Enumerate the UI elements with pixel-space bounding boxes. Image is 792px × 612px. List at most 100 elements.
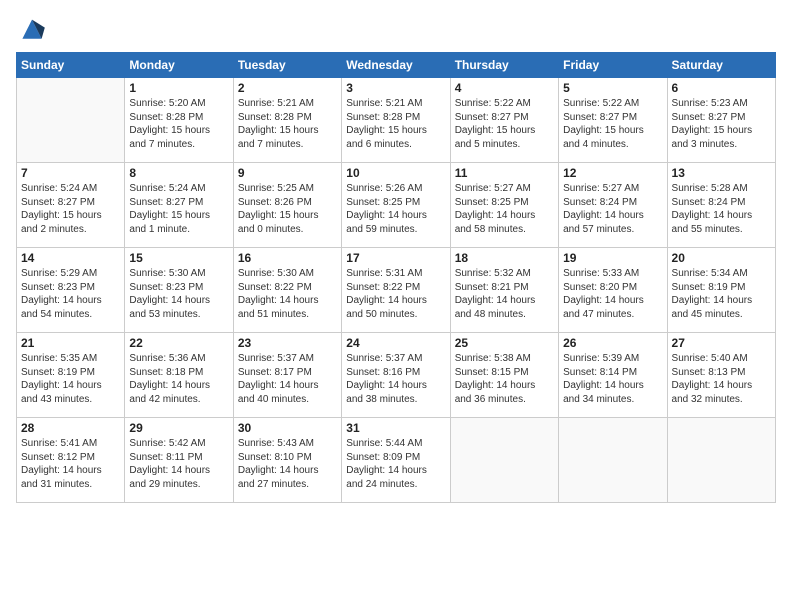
day-sun-info: Sunrise: 5:40 AMSunset: 8:13 PMDaylight:…: [672, 352, 771, 406]
calendar-week-row: 14 Sunrise: 5:29 AMSunset: 8:23 PMDayligh…: [17, 248, 776, 333]
day-sun-info: Sunrise: 5:37 AMSunset: 8:17 PMDaylight:…: [238, 352, 337, 406]
day-sun-info: Sunrise: 5:22 AMSunset: 8:27 PMDaylight:…: [455, 97, 554, 151]
calendar-cell: 25 Sunrise: 5:38 AMSunset: 8:15 PMDayligh…: [450, 333, 558, 418]
day-sun-info: Sunrise: 5:28 AMSunset: 8:24 PMDaylight:…: [672, 182, 771, 236]
day-sun-info: Sunrise: 5:29 AMSunset: 8:23 PMDaylight:…: [21, 267, 120, 321]
day-sun-info: Sunrise: 5:31 AMSunset: 8:22 PMDaylight:…: [346, 267, 445, 321]
day-number: 11: [455, 166, 554, 180]
day-number: 29: [129, 421, 228, 435]
day-number: 3: [346, 81, 445, 95]
day-number: 19: [563, 251, 662, 265]
day-number: 24: [346, 336, 445, 350]
calendar-cell: 22 Sunrise: 5:36 AMSunset: 8:18 PMDayligh…: [125, 333, 233, 418]
calendar-cell: 11 Sunrise: 5:27 AMSunset: 8:25 PMDayligh…: [450, 163, 558, 248]
day-sun-info: Sunrise: 5:25 AMSunset: 8:26 PMDaylight:…: [238, 182, 337, 236]
calendar-header-row: SundayMondayTuesdayWednesdayThursdayFrid…: [17, 53, 776, 78]
day-sun-info: Sunrise: 5:42 AMSunset: 8:11 PMDaylight:…: [129, 437, 228, 491]
calendar-table: SundayMondayTuesdayWednesdayThursdayFrid…: [16, 52, 776, 503]
calendar-cell: [450, 418, 558, 503]
calendar-cell: 15 Sunrise: 5:30 AMSunset: 8:23 PMDayligh…: [125, 248, 233, 333]
logo: [16, 16, 52, 44]
day-sun-info: Sunrise: 5:27 AMSunset: 8:24 PMDaylight:…: [563, 182, 662, 236]
calendar-cell: 6 Sunrise: 5:23 AMSunset: 8:27 PMDaylight…: [667, 78, 775, 163]
day-sun-info: Sunrise: 5:22 AMSunset: 8:27 PMDaylight:…: [563, 97, 662, 151]
day-number: 14: [21, 251, 120, 265]
calendar-cell: 21 Sunrise: 5:35 AMSunset: 8:19 PMDayligh…: [17, 333, 125, 418]
day-sun-info: Sunrise: 5:34 AMSunset: 8:19 PMDaylight:…: [672, 267, 771, 321]
calendar-cell: 17 Sunrise: 5:31 AMSunset: 8:22 PMDayligh…: [342, 248, 450, 333]
day-of-week-header: Sunday: [17, 53, 125, 78]
day-of-week-header: Tuesday: [233, 53, 341, 78]
calendar-cell: 5 Sunrise: 5:22 AMSunset: 8:27 PMDaylight…: [559, 78, 667, 163]
day-number: 6: [672, 81, 771, 95]
day-sun-info: Sunrise: 5:30 AMSunset: 8:23 PMDaylight:…: [129, 267, 228, 321]
day-number: 9: [238, 166, 337, 180]
day-number: 17: [346, 251, 445, 265]
day-sun-info: Sunrise: 5:26 AMSunset: 8:25 PMDaylight:…: [346, 182, 445, 236]
day-sun-info: Sunrise: 5:23 AMSunset: 8:27 PMDaylight:…: [672, 97, 771, 151]
day-sun-info: Sunrise: 5:27 AMSunset: 8:25 PMDaylight:…: [455, 182, 554, 236]
calendar-cell: 2Sunrise: 5:21 AMSunset: 8:28 PMDaylight…: [233, 78, 341, 163]
day-number: 27: [672, 336, 771, 350]
page-header: [16, 16, 776, 44]
calendar-cell: 23 Sunrise: 5:37 AMSunset: 8:17 PMDayligh…: [233, 333, 341, 418]
calendar-cell: 8 Sunrise: 5:24 AMSunset: 8:27 PMDaylight…: [125, 163, 233, 248]
day-number: 25: [455, 336, 554, 350]
calendar-cell: 19 Sunrise: 5:33 AMSunset: 8:20 PMDayligh…: [559, 248, 667, 333]
calendar-cell: [559, 418, 667, 503]
calendar-cell: [667, 418, 775, 503]
day-sun-info: Sunrise: 5:38 AMSunset: 8:15 PMDaylight:…: [455, 352, 554, 406]
day-sun-info: Sunrise: 5:44 AMSunset: 8:09 PMDaylight:…: [346, 437, 445, 491]
day-number: 28: [21, 421, 120, 435]
calendar-cell: 16Sunrise: 5:30 AMSunset: 8:22 PMDayligh…: [233, 248, 341, 333]
day-number: 15: [129, 251, 228, 265]
day-number: 8: [129, 166, 228, 180]
day-sun-info: Sunrise: 5:21 AMSunset: 8:28 PMDaylight:…: [346, 97, 445, 151]
calendar-cell: 10 Sunrise: 5:26 AMSunset: 8:25 PMDayligh…: [342, 163, 450, 248]
day-sun-info: Sunrise: 5:21 AMSunset: 8:28 PMDaylight:…: [238, 97, 337, 151]
day-of-week-header: Thursday: [450, 53, 558, 78]
day-sun-info: Sunrise: 5:41 AMSunset: 8:12 PMDaylight:…: [21, 437, 120, 491]
day-sun-info: Sunrise: 5:35 AMSunset: 8:19 PMDaylight:…: [21, 352, 120, 406]
calendar-cell: 24 Sunrise: 5:37 AMSunset: 8:16 PMDayligh…: [342, 333, 450, 418]
calendar-cell: 9 Sunrise: 5:25 AMSunset: 8:26 PMDaylight…: [233, 163, 341, 248]
day-number: 12: [563, 166, 662, 180]
day-sun-info: Sunrise: 5:24 AMSunset: 8:27 PMDaylight:…: [129, 182, 228, 236]
day-number: 30: [238, 421, 337, 435]
calendar-week-row: 1 Sunrise: 5:20 AMSunset: 8:28 PMDaylight…: [17, 78, 776, 163]
day-number: 31: [346, 421, 445, 435]
calendar-week-row: 7 Sunrise: 5:24 AMSunset: 8:27 PMDaylight…: [17, 163, 776, 248]
calendar-cell: 20 Sunrise: 5:34 AMSunset: 8:19 PMDayligh…: [667, 248, 775, 333]
calendar-cell: 27 Sunrise: 5:40 AMSunset: 8:13 PMDayligh…: [667, 333, 775, 418]
calendar-week-row: 21 Sunrise: 5:35 AMSunset: 8:19 PMDayligh…: [17, 333, 776, 418]
day-sun-info: Sunrise: 5:24 AMSunset: 8:27 PMDaylight:…: [21, 182, 120, 236]
calendar-cell: 30 Sunrise: 5:43 AMSunset: 8:10 PMDayligh…: [233, 418, 341, 503]
calendar-cell: 12 Sunrise: 5:27 AMSunset: 8:24 PMDayligh…: [559, 163, 667, 248]
calendar-cell: 18 Sunrise: 5:32 AMSunset: 8:21 PMDayligh…: [450, 248, 558, 333]
day-number: 21: [21, 336, 120, 350]
calendar-cell: 28 Sunrise: 5:41 AMSunset: 8:12 PMDayligh…: [17, 418, 125, 503]
day-number: 1: [129, 81, 228, 95]
day-number: 10: [346, 166, 445, 180]
calendar-cell: 14 Sunrise: 5:29 AMSunset: 8:23 PMDayligh…: [17, 248, 125, 333]
day-sun-info: Sunrise: 5:39 AMSunset: 8:14 PMDaylight:…: [563, 352, 662, 406]
calendar-cell: 29 Sunrise: 5:42 AMSunset: 8:11 PMDayligh…: [125, 418, 233, 503]
day-number: 18: [455, 251, 554, 265]
day-sun-info: Sunrise: 5:32 AMSunset: 8:21 PMDaylight:…: [455, 267, 554, 321]
calendar-cell: 31 Sunrise: 5:44 AMSunset: 8:09 PMDayligh…: [342, 418, 450, 503]
day-number: 7: [21, 166, 120, 180]
day-number: 20: [672, 251, 771, 265]
day-sun-info: Sunrise: 5:37 AMSunset: 8:16 PMDaylight:…: [346, 352, 445, 406]
day-number: 5: [563, 81, 662, 95]
day-number: 22: [129, 336, 228, 350]
calendar-week-row: 28 Sunrise: 5:41 AMSunset: 8:12 PMDayligh…: [17, 418, 776, 503]
day-sun-info: Sunrise: 5:20 AMSunset: 8:28 PMDaylight:…: [129, 97, 228, 151]
day-number: 23: [238, 336, 337, 350]
day-sun-info: Sunrise: 5:43 AMSunset: 8:10 PMDaylight:…: [238, 437, 337, 491]
day-sun-info: Sunrise: 5:33 AMSunset: 8:20 PMDaylight:…: [563, 267, 662, 321]
day-sun-info: Sunrise: 5:36 AMSunset: 8:18 PMDaylight:…: [129, 352, 228, 406]
day-number: 16: [238, 251, 337, 265]
calendar-cell: 7 Sunrise: 5:24 AMSunset: 8:27 PMDaylight…: [17, 163, 125, 248]
day-number: 26: [563, 336, 662, 350]
calendar-cell: 13Sunrise: 5:28 AMSunset: 8:24 PMDayligh…: [667, 163, 775, 248]
